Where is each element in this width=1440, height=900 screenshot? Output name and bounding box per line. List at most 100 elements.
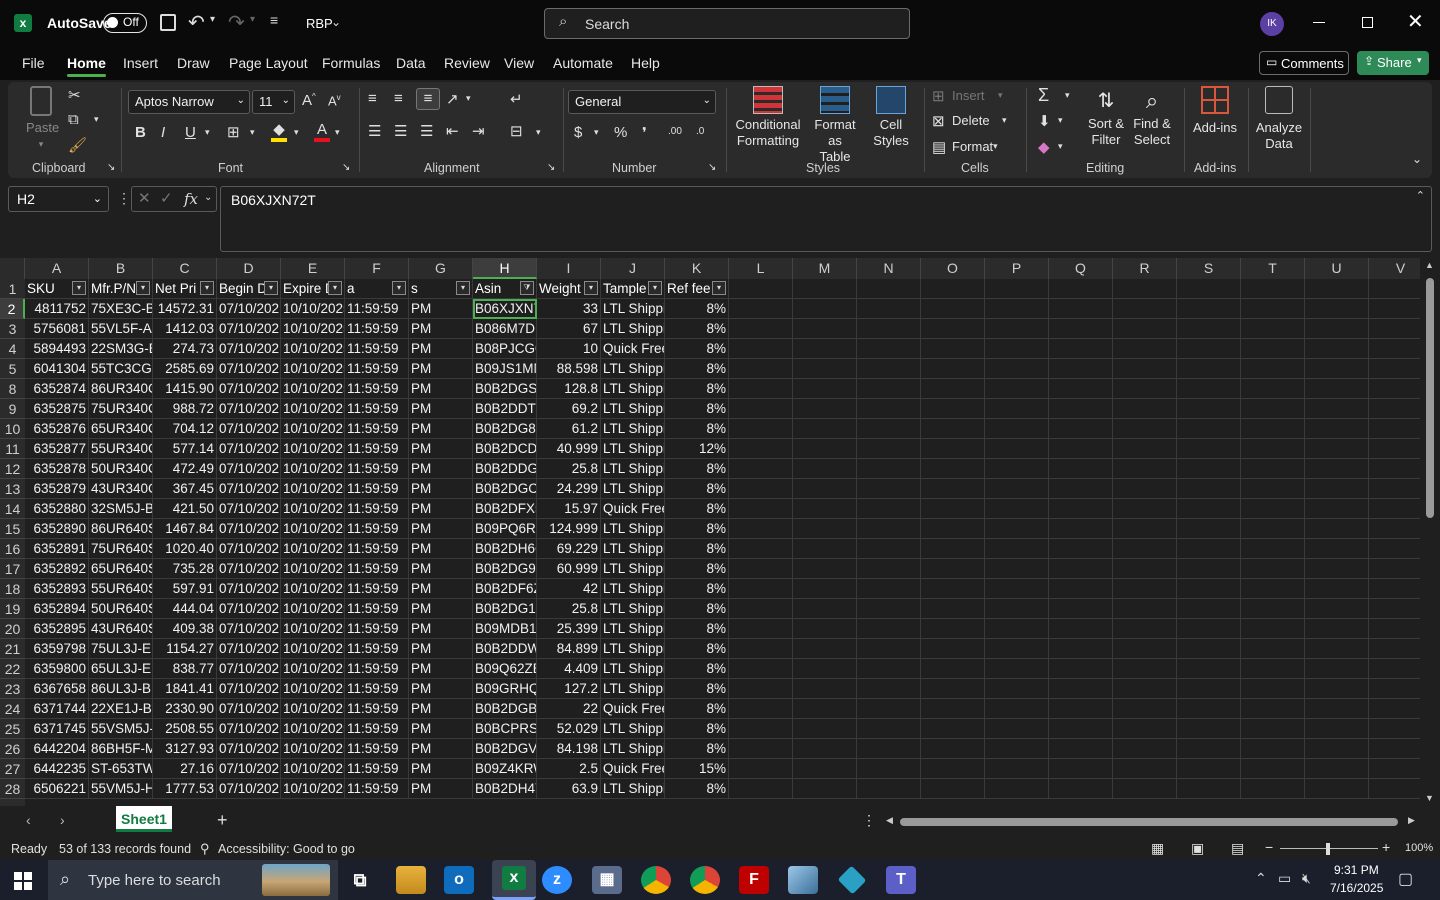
cell-mfr[interactable]: 22XE1J-B xyxy=(89,699,153,719)
empty-cell[interactable] xyxy=(1305,339,1369,359)
cell-tample[interactable]: LTL Shippi xyxy=(601,479,665,499)
cell-a[interactable]: 11:59:59 xyxy=(345,319,409,339)
cell-sku[interactable]: 6367658 xyxy=(25,679,89,699)
cell-begin[interactable]: 07/10/202 xyxy=(217,539,281,559)
decrease-decimal-icon[interactable]: .0 xyxy=(696,126,704,137)
cell-asin[interactable]: B0B2DDW xyxy=(473,639,537,659)
alignment-launcher-icon[interactable]: ↘ xyxy=(547,162,555,173)
empty-cell[interactable] xyxy=(857,559,921,579)
empty-cell[interactable] xyxy=(1177,299,1241,319)
tab-help[interactable]: Help xyxy=(631,55,660,71)
empty-cell[interactable] xyxy=(985,519,1049,539)
cell-expire[interactable]: 10/10/2025 xyxy=(281,619,345,639)
cell-mfr[interactable]: 55UR340C xyxy=(89,439,153,459)
empty-cell[interactable] xyxy=(985,479,1049,499)
empty-cell[interactable] xyxy=(1305,559,1369,579)
cell-mfr[interactable]: ST-653TW xyxy=(89,759,153,779)
cell-tample[interactable]: LTL Shippi xyxy=(601,679,665,699)
empty-cell[interactable] xyxy=(1049,559,1113,579)
cell-mfr[interactable]: 75UR340C xyxy=(89,399,153,419)
empty-cell[interactable] xyxy=(1305,539,1369,559)
cell-sku[interactable]: 6506221 xyxy=(25,779,89,799)
empty-cell[interactable] xyxy=(1241,359,1305,379)
empty-cell[interactable] xyxy=(985,639,1049,659)
add-sheet-icon[interactable]: + xyxy=(217,810,228,831)
share-button[interactable]: ⇪ Share ▾ xyxy=(1357,51,1429,75)
spreadsheet-grid[interactable]: A B C D E F G H I J K L M N O P Q R S T U V 1 SKU ▾ Mfr.P/N ▾ Net P… xyxy=(0,258,1420,806)
empty-cell[interactable] xyxy=(793,539,857,559)
empty-cell[interactable] xyxy=(985,319,1049,339)
cell-sku[interactable]: 4811752 xyxy=(25,299,89,319)
empty-cell[interactable] xyxy=(1369,479,1420,499)
empty-cell[interactable] xyxy=(921,759,985,779)
file-explorer-icon[interactable] xyxy=(396,866,426,894)
app-icon-blue[interactable] xyxy=(788,866,818,894)
cell-tample[interactable]: Quick Free xyxy=(601,699,665,719)
empty-cell[interactable] xyxy=(1369,419,1420,439)
empty-cell[interactable] xyxy=(793,659,857,679)
empty-cell[interactable] xyxy=(793,599,857,619)
cell-a[interactable]: 11:59:59 xyxy=(345,739,409,759)
empty-cell[interactable] xyxy=(1369,339,1420,359)
empty-cell[interactable] xyxy=(857,379,921,399)
cell-begin[interactable]: 07/10/202 xyxy=(217,399,281,419)
insert-function-icon[interactable]: fx xyxy=(184,190,198,208)
cell-begin[interactable]: 07/10/202 xyxy=(217,299,281,319)
empty-cell[interactable] xyxy=(1113,279,1177,299)
cell-mfr[interactable]: 75UL3J-E xyxy=(89,639,153,659)
minimize-button[interactable] xyxy=(1313,22,1325,23)
cell-fee[interactable]: 8% xyxy=(665,519,729,539)
app-icon-teal[interactable] xyxy=(837,865,867,895)
delete-cells-label[interactable]: Delete xyxy=(952,113,990,128)
cell-s[interactable]: PM xyxy=(409,559,473,579)
cell-mfr[interactable]: 50UR640S xyxy=(89,599,153,619)
cell-asin[interactable]: B0B2DH4Y xyxy=(473,779,537,799)
zoom-out-icon[interactable]: − xyxy=(1265,839,1273,855)
table-header-cell[interactable]: SKU ▾ xyxy=(25,279,89,299)
save-icon[interactable] xyxy=(160,14,176,31)
cell-a[interactable]: 11:59:59 xyxy=(345,639,409,659)
cell-net[interactable]: 1020.40 xyxy=(153,539,217,559)
cell-s[interactable]: PM xyxy=(409,299,473,319)
cell-weight[interactable]: 52.029 xyxy=(537,719,601,739)
empty-cell[interactable] xyxy=(921,599,985,619)
empty-cell[interactable] xyxy=(793,319,857,339)
cell-tample[interactable]: LTL Shippi xyxy=(601,639,665,659)
empty-cell[interactable] xyxy=(1113,319,1177,339)
table-header-cell[interactable]: Ref fee ▾ xyxy=(665,279,729,299)
empty-cell[interactable] xyxy=(921,439,985,459)
cell-begin[interactable]: 07/10/202 xyxy=(217,639,281,659)
empty-cell[interactable] xyxy=(1049,739,1113,759)
align-top-icon[interactable]: ≡ xyxy=(368,90,377,107)
empty-cell[interactable] xyxy=(1049,319,1113,339)
empty-cell[interactable] xyxy=(729,399,793,419)
empty-cell[interactable] xyxy=(1241,659,1305,679)
filter-dropdown-icon[interactable]: ▾ xyxy=(712,281,726,295)
empty-cell[interactable] xyxy=(985,719,1049,739)
filter-dropdown-icon[interactable]: ▾ xyxy=(264,281,278,295)
cell-a[interactable]: 11:59:59 xyxy=(345,659,409,679)
zoom-in-icon[interactable]: + xyxy=(1382,839,1390,855)
cell-net[interactable]: 2585.69 xyxy=(153,359,217,379)
cell-tample[interactable]: LTL Shippi xyxy=(601,419,665,439)
cell-asin[interactable]: B0B2DGSF xyxy=(473,379,537,399)
empty-cell[interactable] xyxy=(857,719,921,739)
empty-cell[interactable] xyxy=(985,559,1049,579)
customize-toolbar-icon[interactable]: ≡ xyxy=(270,12,278,28)
row-header[interactable]: 27 xyxy=(0,759,25,779)
cell-expire[interactable]: 10/10/2025 xyxy=(281,359,345,379)
cell-net[interactable]: 472.49 xyxy=(153,459,217,479)
empty-cell[interactable] xyxy=(1305,699,1369,719)
cell-s[interactable]: PM xyxy=(409,479,473,499)
empty-cell[interactable] xyxy=(1305,679,1369,699)
empty-cell[interactable] xyxy=(1113,759,1177,779)
cell-fee[interactable]: 8% xyxy=(665,339,729,359)
empty-cell[interactable] xyxy=(793,479,857,499)
column-header-j[interactable]: J xyxy=(601,258,665,279)
cell-weight[interactable]: 84.899 xyxy=(537,639,601,659)
cell-a[interactable]: 11:59:59 xyxy=(345,519,409,539)
cell-weight[interactable]: 69.2 xyxy=(537,399,601,419)
empty-cell[interactable] xyxy=(857,459,921,479)
empty-cell[interactable] xyxy=(1241,479,1305,499)
decrease-indent-icon[interactable]: ⇤ xyxy=(446,122,459,140)
